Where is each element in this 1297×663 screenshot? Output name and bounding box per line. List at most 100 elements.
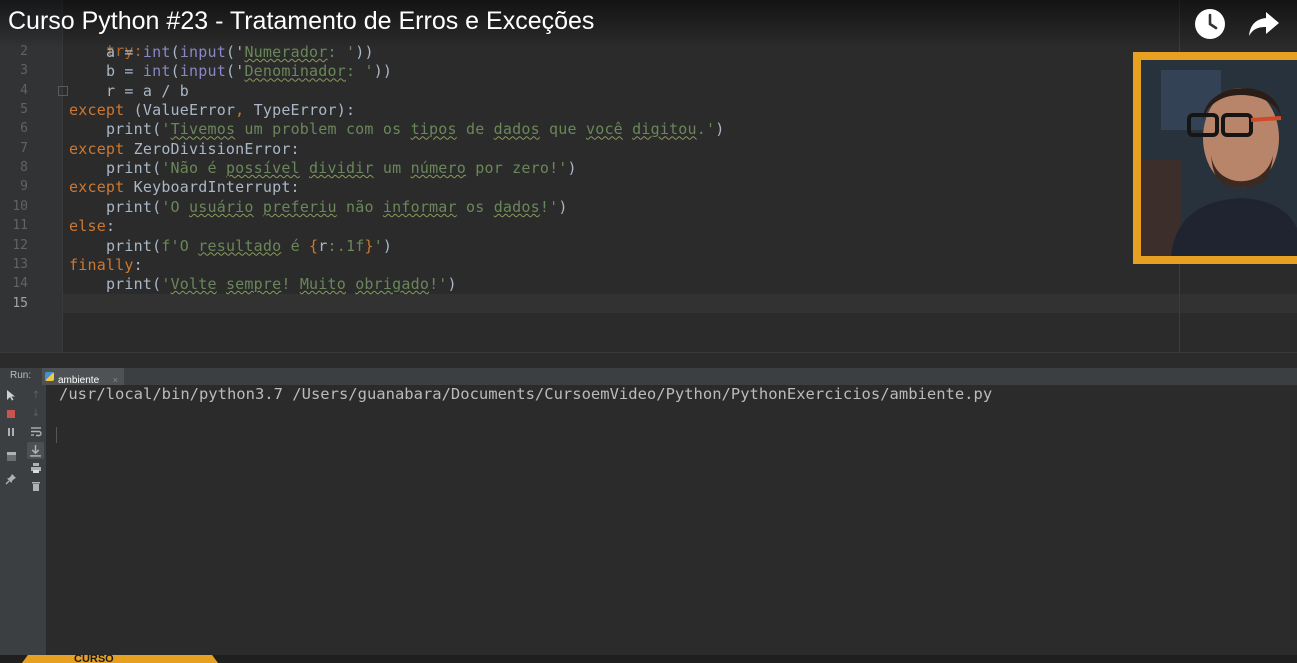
code-line: except KeyboardInterrupt: <box>69 178 300 196</box>
code-line: print('O usuário preferiu não informar o… <box>69 198 568 216</box>
code-token: (' <box>225 62 245 81</box>
code-token: int <box>142 62 171 81</box>
code-token: ( <box>152 120 162 139</box>
clock-icon[interactable] <box>1194 8 1226 40</box>
line-number: 3 <box>20 63 28 79</box>
code-line: print('Volte sempre! Muito obrigado!') <box>69 275 457 293</box>
webcam-frame <box>1133 52 1297 264</box>
code-token: f'O resultado é <box>161 236 310 255</box>
pin-icon[interactable] <box>4 473 18 487</box>
current-line-highlight <box>63 294 1297 313</box>
fold-marker-icon[interactable] <box>58 86 68 96</box>
share-icon[interactable] <box>1248 10 1280 38</box>
line-number: 15 <box>12 295 28 311</box>
code-token: : <box>133 255 143 274</box>
code-token: 'O usuário preferiu não informar os dado… <box>161 197 559 216</box>
code-token: print <box>105 197 153 216</box>
code-token: ZeroDivisionError: <box>124 139 300 158</box>
run-label: Run: <box>10 370 32 381</box>
line-number-gutter: 2 3 4 5 6 7 8 9 10 11 12 13 14 15 <box>0 0 63 352</box>
code-token: )) <box>373 62 393 81</box>
line-number: 4 <box>20 82 28 98</box>
code-line: b = int(input('Denominador: ')) <box>69 62 392 80</box>
code-token: input <box>179 62 226 81</box>
run-toolbar: ↑ ↓ <box>0 385 46 663</box>
code-line: print('Não é possível dividir um número … <box>69 159 577 177</box>
code-token: print <box>105 120 153 139</box>
code-line: else: <box>69 217 115 235</box>
layout-icon[interactable] <box>4 449 18 463</box>
code-token: except <box>69 139 125 158</box>
cursor-icon[interactable] <box>4 389 18 403</box>
stop-icon[interactable] <box>4 407 18 421</box>
code-token: ) <box>567 159 577 178</box>
line-number: 6 <box>20 121 28 137</box>
code-line: print('Tivemos um problem com os tipos d… <box>69 120 724 138</box>
print-icon[interactable] <box>29 462 43 476</box>
code-token: KeyboardInterrupt: <box>124 178 300 197</box>
video-title-bar: Curso Python #23 - Tratamento de Erros e… <box>0 0 1297 48</box>
code-token: ( <box>152 275 162 294</box>
python-icon <box>45 372 54 381</box>
code-token: 'Não é possível dividir um número por ze… <box>161 159 568 178</box>
channel-logo-text: CURSO <box>74 654 114 663</box>
code-token: else <box>69 217 106 236</box>
code-token: except <box>69 101 125 120</box>
line-number: 7 <box>20 140 28 156</box>
panel-separator[interactable] <box>0 352 1297 369</box>
pause-icon[interactable] <box>4 425 18 439</box>
code-token: { <box>309 236 319 255</box>
line-number: 11 <box>12 218 28 234</box>
line-number: 12 <box>12 237 28 253</box>
code-token: TypeError): <box>244 101 356 120</box>
code-token: r = a / b <box>105 81 190 100</box>
soft-wrap-icon[interactable] <box>29 425 43 439</box>
code-token: except <box>69 178 125 197</box>
console-command-line: /usr/local/bin/python3.7 /Users/guanabar… <box>59 385 993 403</box>
run-tab-ambiente[interactable]: ambiente × <box>42 368 125 386</box>
code-token: : <box>105 217 116 236</box>
down-arrow-icon[interactable]: ↓ <box>29 407 43 421</box>
console-caret <box>56 427 57 443</box>
code-editor[interactable]: 2 3 4 5 6 7 8 9 10 11 12 13 14 15 try: a = int(input(… <box>0 0 1297 352</box>
line-number: 8 <box>20 160 28 176</box>
line-number: 14 <box>12 276 28 292</box>
code-line: except ZeroDivisionError: <box>69 140 300 158</box>
code-token: b = <box>105 62 143 81</box>
code-token: 'Tivemos um problem com os tipos de dado… <box>161 120 716 139</box>
scroll-to-end-icon[interactable] <box>27 442 44 459</box>
code-line: r = a / b <box>69 82 189 100</box>
code-token: print <box>105 236 153 255</box>
video-title[interactable]: Curso Python #23 - Tratamento de Erros e… <box>8 7 594 36</box>
code-token: ( <box>170 62 180 81</box>
line-number: 5 <box>20 102 28 118</box>
code-token: ( <box>152 236 162 255</box>
line-number: 10 <box>12 198 28 214</box>
code-token: (ValueError <box>124 101 236 120</box>
console-output[interactable]: /usr/local/bin/python3.7 /Users/guanabar… <box>46 385 1297 663</box>
code-line: finally: <box>69 256 143 274</box>
code-token: Denominador: ' <box>244 62 374 81</box>
code-token: print <box>105 275 153 294</box>
code-token: ) <box>447 275 457 294</box>
code-line: print(f'O resultado é {r:.1f}') <box>69 237 392 255</box>
code-token: finally <box>69 255 134 274</box>
code-token: r <box>318 236 328 255</box>
code-token: print <box>105 159 153 178</box>
presenter-video <box>1141 60 1297 256</box>
up-arrow-icon[interactable]: ↑ <box>29 389 43 403</box>
code-line: except (ValueError, TypeError): <box>69 101 355 119</box>
code-token: ' <box>373 236 383 255</box>
code-token: ) <box>382 236 393 255</box>
run-panel-header: Run: ambiente × <box>0 368 1297 386</box>
code-token: ) <box>715 120 725 139</box>
code-token: :.1f <box>327 236 365 255</box>
trash-icon[interactable] <box>29 480 43 494</box>
close-icon[interactable]: × <box>113 375 118 385</box>
code-token: 'Volte sempre! Muito obrigado!' <box>161 275 448 294</box>
